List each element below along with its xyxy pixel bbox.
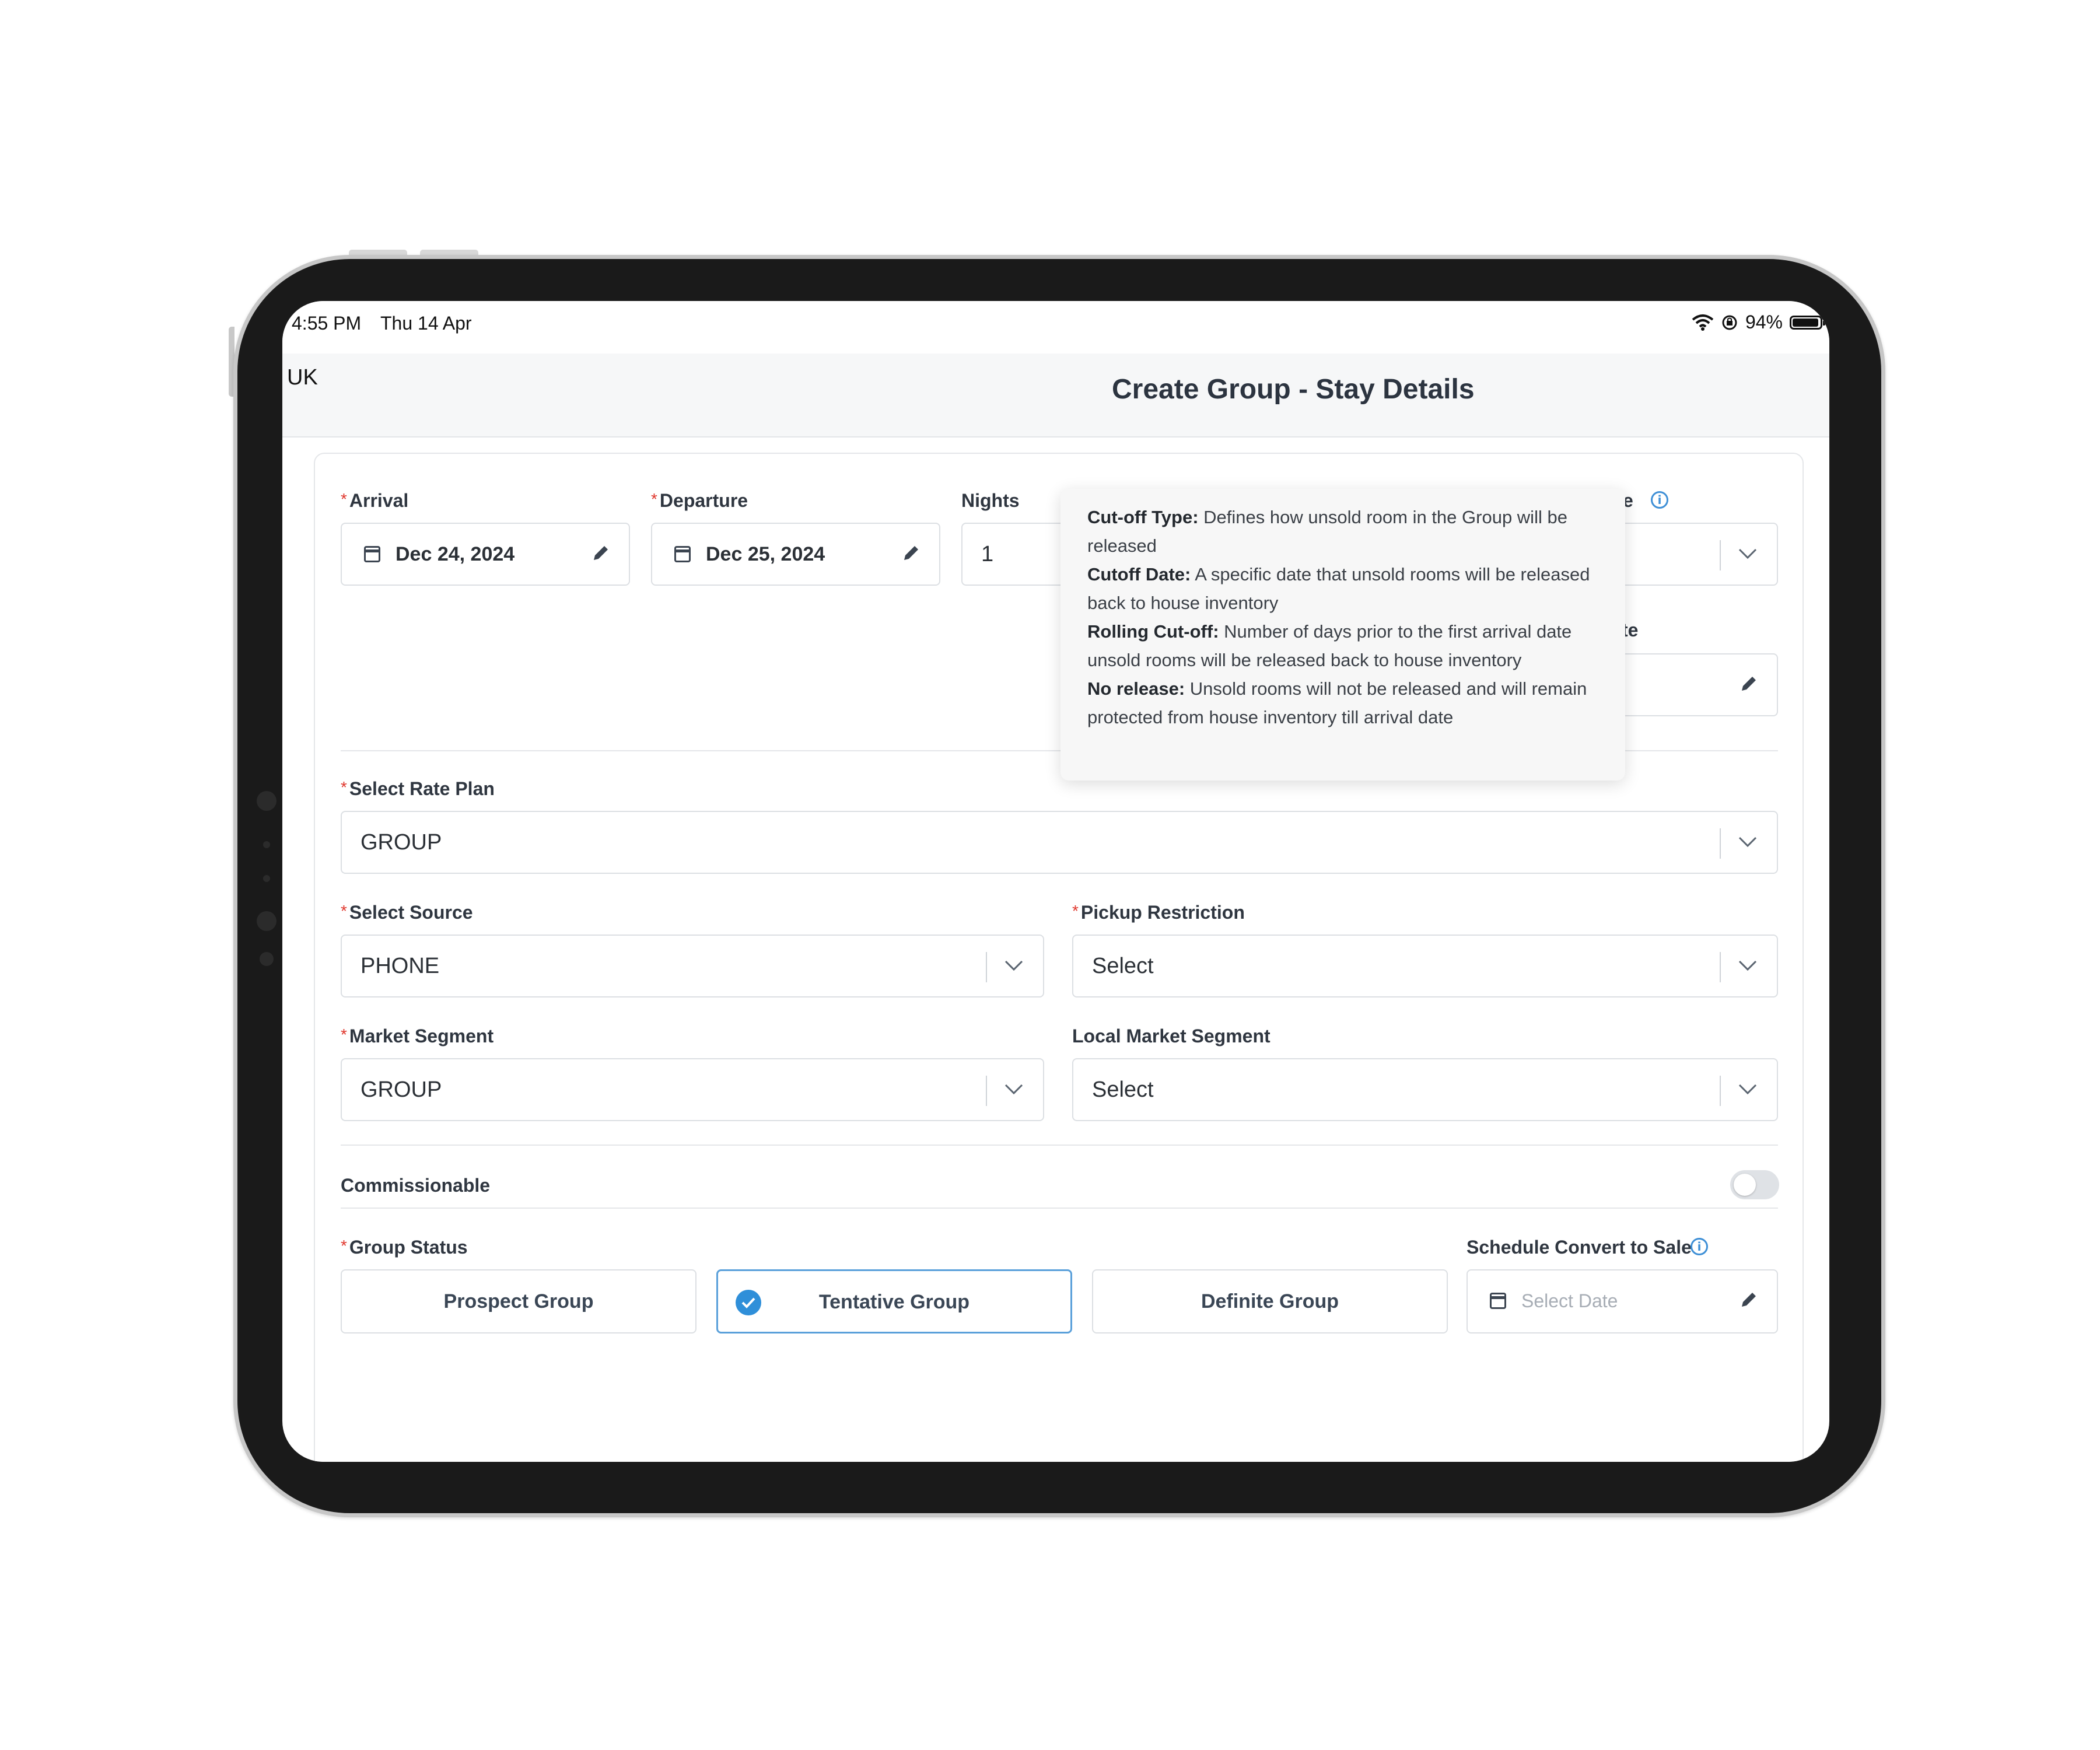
page-title: Create Group - Stay Details — [1112, 374, 1475, 405]
prospect-group-button[interactable]: Prospect Group — [341, 1269, 696, 1334]
status-time: 4:55 PM — [292, 313, 362, 334]
pickup-restriction-select[interactable]: Select — [1072, 935, 1778, 998]
chevron-down-icon — [1738, 960, 1757, 971]
source-label: * Select Source — [341, 902, 473, 923]
local-market-segment-value: Select — [1092, 1077, 1154, 1102]
calendar-icon — [674, 546, 691, 562]
pickup-restriction-label: * Pickup Restriction — [1072, 902, 1245, 923]
commissionable-toggle[interactable] — [1730, 1170, 1779, 1199]
rate-plan-value: GROUP — [360, 830, 442, 855]
camera-dot — [257, 911, 276, 931]
chevron-down-icon — [1738, 1084, 1757, 1095]
departure-label: * Departure — [651, 490, 748, 511]
calendar-icon — [1490, 1293, 1506, 1309]
battery-percent: 94% — [1745, 312, 1783, 332]
tooltip-item: Cutoff Date: A specific date that unsold… — [1087, 564, 1590, 613]
check-circle-icon — [736, 1290, 761, 1315]
info-icon[interactable]: i — [1651, 491, 1668, 509]
section-divider — [341, 1208, 1778, 1209]
schedule-convert-placeholder: Select Date — [1521, 1290, 1618, 1311]
pencil-icon[interactable] — [1737, 1288, 1760, 1311]
schedule-convert-date-field[interactable]: Select Date — [1466, 1269, 1778, 1334]
chevron-down-icon — [1005, 1084, 1023, 1095]
screen: 4:55 PM Thu 14 Apr 94% UK Create Group -… — [282, 301, 1829, 1462]
departure-date-field[interactable]: Dec 25, 2024 — [651, 523, 940, 586]
arrival-value: Dec 24, 2024 — [396, 543, 515, 565]
local-market-segment-label: Local Market Segment — [1072, 1026, 1270, 1046]
select-separator — [1720, 1076, 1721, 1106]
commissionable-label: Commissionable — [341, 1175, 491, 1196]
wifi-icon — [1692, 314, 1714, 331]
market-segment-label: * Market Segment — [341, 1026, 494, 1046]
arrival-label: * Arrival — [341, 490, 409, 511]
select-separator — [986, 1076, 987, 1106]
pencil-icon[interactable] — [589, 541, 612, 565]
status-bar: 4:55 PM Thu 14 Apr 94% — [282, 301, 1829, 354]
select-separator — [1720, 828, 1721, 859]
definite-group-button[interactable]: Definite Group — [1092, 1269, 1448, 1334]
rate-plan-label: * Select Rate Plan — [341, 778, 495, 799]
calendar-icon — [364, 546, 380, 562]
sensor-dot — [263, 875, 270, 882]
group-status-label: * Group Status — [341, 1237, 468, 1258]
market-segment-value: GROUP — [360, 1077, 442, 1102]
source-select[interactable]: PHONE — [341, 935, 1044, 998]
rate-plan-select[interactable]: GROUP — [341, 811, 1778, 874]
app-header: UK Create Group - Stay Details — [282, 354, 1829, 438]
orientation-lock-icon — [1722, 315, 1737, 330]
tooltip-item: Cut-off Type: Defines how unsold room in… — [1087, 507, 1567, 556]
camera-dot — [257, 791, 276, 811]
chevron-down-icon — [1738, 548, 1757, 559]
nights-value: 1 — [981, 542, 994, 566]
tentative-group-label: Tentative Group — [818, 1291, 970, 1313]
departure-value: Dec 25, 2024 — [706, 543, 825, 565]
arrival-date-field[interactable]: Dec 24, 2024 — [341, 523, 630, 586]
source-value: PHONE — [360, 954, 440, 978]
battery-icon — [1790, 315, 1825, 330]
info-icon[interactable]: i — [1690, 1238, 1708, 1255]
chevron-down-icon — [1738, 836, 1757, 848]
market-segment-select[interactable]: GROUP — [341, 1058, 1044, 1121]
status-date: Thu 14 Apr — [380, 313, 472, 334]
select-separator — [1720, 952, 1721, 982]
local-market-segment-select[interactable]: Select — [1072, 1058, 1778, 1121]
pencil-icon[interactable] — [1737, 672, 1760, 695]
nights-label: Nights — [961, 490, 1020, 511]
tooltip-item: Rolling Cut-off: Number of days prior to… — [1087, 621, 1572, 670]
pencil-icon[interactable] — [900, 541, 923, 565]
schedule-convert-label: Schedule Convert to Sale — [1466, 1237, 1692, 1258]
tentative-group-button[interactable]: Tentative Group — [716, 1269, 1072, 1334]
tooltip-item: No release: Unsold rooms will not be rel… — [1087, 678, 1587, 727]
select-separator — [1720, 540, 1721, 570]
section-divider — [341, 1144, 1778, 1146]
sensor-dot — [260, 952, 274, 966]
chevron-down-icon — [1005, 960, 1023, 971]
sensor-dot — [263, 841, 270, 848]
select-separator — [986, 952, 987, 982]
pickup-restriction-value: Select — [1092, 954, 1154, 978]
status-indicators: 94% — [1692, 312, 1825, 333]
cutoff-info-tooltip: Cut-off Type: Defines how unsold room in… — [1060, 489, 1625, 780]
